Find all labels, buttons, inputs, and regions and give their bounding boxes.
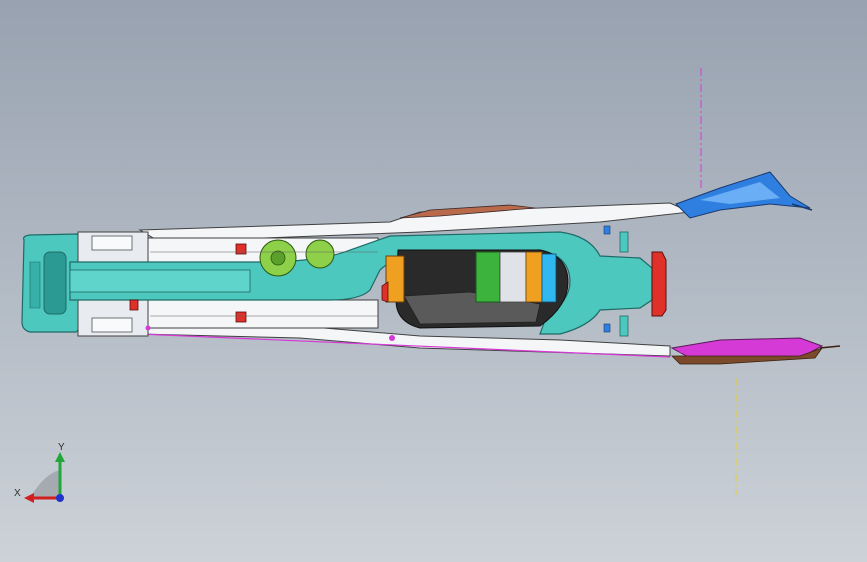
triad-x-label: X: [14, 488, 21, 499]
orange-cell[interactable]: [525, 251, 543, 303]
front-head-accent: [29, 261, 41, 309]
triad-y-arrow: [55, 452, 65, 462]
rear-plate-tip: [819, 345, 841, 349]
bolt-magenta-3: [679, 347, 685, 353]
front-head-window: [43, 251, 67, 315]
rear-strut-bottom[interactable]: [619, 315, 629, 337]
motor-gear-2[interactable]: [305, 239, 335, 269]
rear-pin-bottom: [603, 323, 611, 333]
spine-front-bar: [69, 269, 251, 293]
front-frame-bracket-bottom: [91, 317, 133, 333]
axis-triad: Y X: [14, 442, 65, 503]
bolt-magenta-1: [389, 335, 395, 341]
orange-module[interactable]: [385, 255, 405, 303]
triad-z-axis: [56, 494, 64, 502]
mid-frame-panel-bottom[interactable]: [147, 299, 379, 329]
red-bracket-top[interactable]: [235, 243, 247, 255]
cyan-cell[interactable]: [541, 253, 557, 303]
rear-pin-top: [603, 225, 611, 235]
bolt-magenta-2: [145, 325, 151, 331]
triad-plane-shade: [30, 470, 60, 498]
red-bracket-bottom[interactable]: [235, 311, 247, 323]
triad-x-arrow: [24, 493, 34, 503]
rear-strut-top[interactable]: [619, 231, 629, 253]
grey-grid-module[interactable]: [499, 251, 527, 303]
red-bracket-mid[interactable]: [129, 299, 139, 311]
cad-viewport[interactable]: [0, 0, 867, 562]
triad-y-label: Y: [58, 442, 65, 453]
rear-end-cap-red[interactable]: [651, 251, 667, 317]
front-frame-bracket-top: [91, 235, 133, 251]
motor-gear-1-hub: [270, 250, 286, 266]
green-module[interactable]: [475, 251, 501, 303]
rear-plate-magenta[interactable]: [670, 337, 824, 359]
red-clip-left[interactable]: [381, 281, 389, 303]
